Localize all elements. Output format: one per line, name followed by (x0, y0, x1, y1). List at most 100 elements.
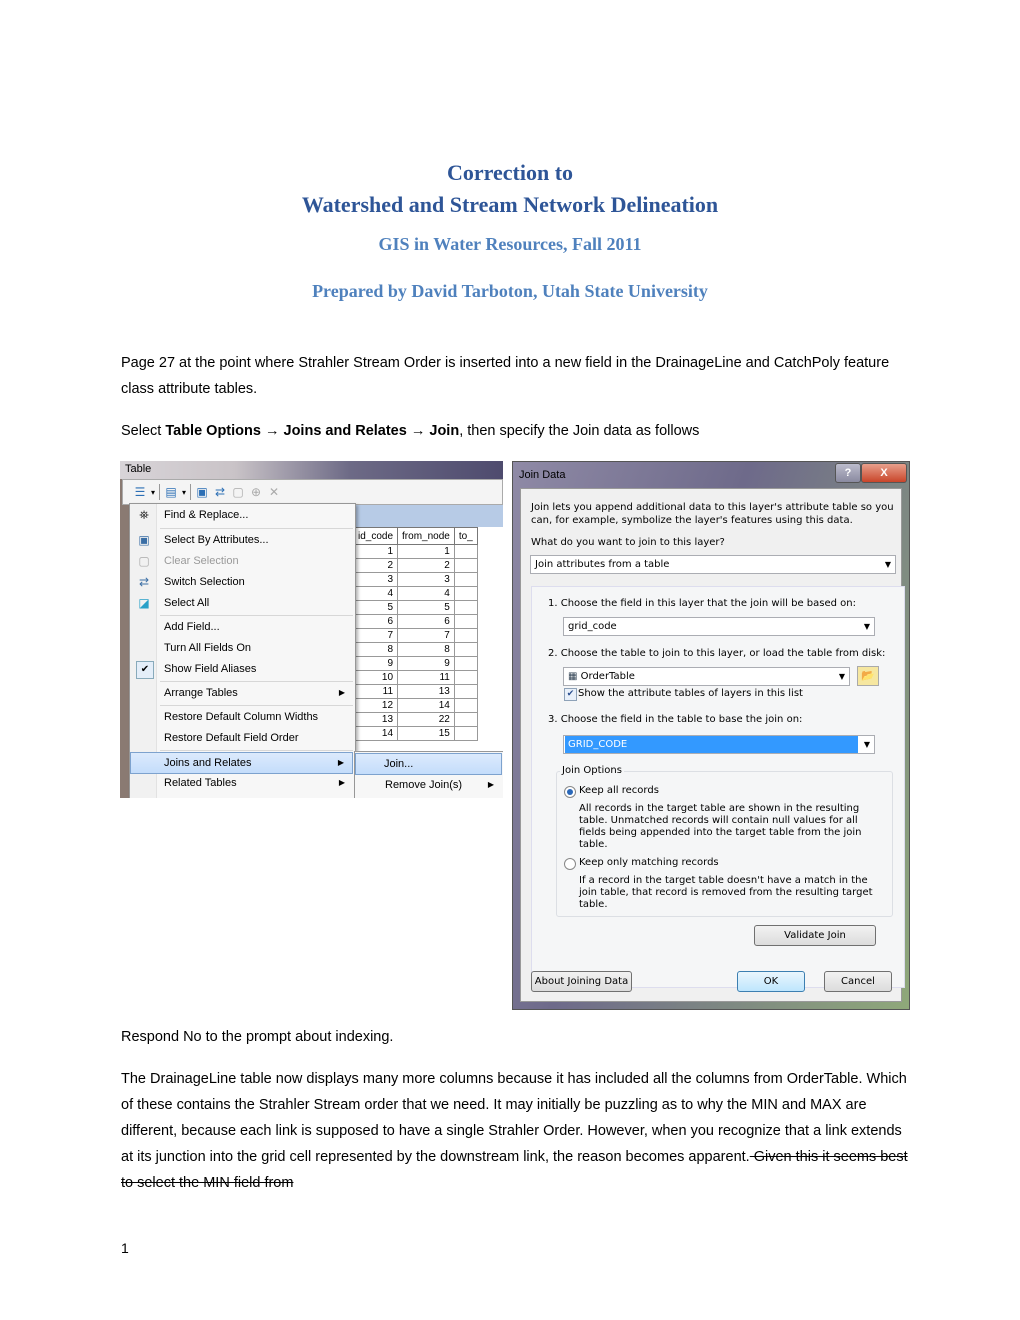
submenu-arrow-icon: ▶ (487, 780, 494, 789)
intro-paragraph: Page 27 at the point where Strahler Stre… (121, 355, 890, 397)
keep-all-records-radio[interactable] (564, 786, 576, 798)
table-cell (453, 558, 478, 573)
menu-item-find-replace[interactable]: ⛯ Find & Replace... (132, 505, 353, 525)
join-field-dropdown[interactable]: GRID_CODE ▼ (563, 735, 875, 754)
menu-item-switch-selection[interactable]: ⇄ Switch Selection (132, 572, 353, 592)
table-cell: 3 (397, 572, 455, 587)
table-row[interactable]: 33 (352, 572, 478, 587)
menu-item-join[interactable]: Join... (355, 753, 502, 775)
table-row[interactable]: 14 15 (352, 726, 478, 741)
menu-label: Joins and Relates (164, 757, 252, 769)
table-row[interactable]: 77 (352, 628, 478, 643)
table-row[interactable]: 22 (352, 558, 478, 573)
about-joining-data-button[interactable]: About Joining Data (531, 971, 632, 992)
table-window-screenshot: Table ☰ ▾ ▤ ▾ ▣ ⇄ ▢ ⊕ ✕ id_code from_node … (120, 461, 503, 798)
table-cell: 13 (352, 712, 399, 727)
binoculars-icon: ⛯ (139, 508, 149, 522)
switch-selection-icon[interactable]: ⇄ (213, 485, 227, 499)
chevron-down-icon: ▼ (884, 560, 891, 569)
menu-item-clear-selection[interactable]: ▢ Clear Selection (132, 551, 353, 571)
column-header[interactable]: id_code (352, 527, 399, 545)
zoom-selected-icon[interactable]: ⊕ (249, 485, 263, 499)
menu-item-add-field[interactable]: Add Field... (132, 617, 353, 637)
table-options-icon[interactable]: ☰ (133, 485, 147, 499)
close-button[interactable]: X (861, 463, 907, 483)
table-row[interactable]: 88 (352, 642, 478, 657)
delete-icon[interactable]: ✕ (267, 485, 281, 499)
separator (190, 484, 192, 500)
column-header[interactable]: from_node (397, 527, 455, 545)
menu-label: Show Field Aliases (164, 663, 257, 675)
doc-title-line1: Correction to (446, 160, 574, 185)
menu-item-select-by-attributes[interactable]: ▣ Select By Attributes... (132, 530, 353, 550)
layer-field-dropdown[interactable]: grid_code ▼ (563, 617, 875, 636)
table-row[interactable]: 55 (352, 600, 478, 615)
dialog-intro-text: Join lets you append additional data to … (531, 502, 894, 526)
table-cell (453, 670, 478, 685)
indexing-paragraph: Respond No to the prompt about indexing. (121, 1029, 394, 1045)
table-options-menu: ⛯ Find & Replace... ▣ Select By Attributes… (129, 503, 356, 798)
arrow-icon: → (410, 423, 426, 439)
join-settings-panel: 1. Choose the field in this layer that t… (531, 586, 905, 988)
menu-item-restore-field-order[interactable]: Restore Default Field Order (132, 728, 353, 748)
column-header[interactable]: to_ (453, 527, 478, 545)
join-table-dropdown[interactable]: ▦ OrderTable ▼ (563, 667, 850, 686)
open-folder-button[interactable]: 📂 (857, 666, 879, 686)
clear-selection-icon[interactable]: ▢ (231, 485, 245, 499)
table-cell (453, 642, 478, 657)
table-row[interactable]: 99 (352, 656, 478, 671)
menu-item-remove-joins[interactable]: Remove Join(s) ▶ (357, 775, 502, 795)
menu-label: Clear Selection (164, 555, 239, 567)
dialog-body: Join lets you append additional data to … (520, 488, 905, 1002)
table-row[interactable]: 44 (352, 586, 478, 601)
menu-separator (160, 750, 353, 751)
related-tables-icon[interactable]: ▤ (164, 485, 178, 499)
table-cell: 15 (397, 726, 455, 741)
table-row[interactable]: 13 22 (352, 712, 478, 727)
table-cell: 11 (352, 684, 399, 699)
menu-item-select-all[interactable]: ◪ Select All (132, 593, 353, 613)
table-cell: 10 (352, 670, 399, 685)
keep-matching-label: Keep only matching records (579, 857, 719, 868)
menu-item-arrange-tables[interactable]: Arrange Tables ▶ (132, 683, 353, 703)
table-row[interactable]: 12 14 (352, 698, 478, 713)
help-button[interactable]: ? (835, 463, 861, 483)
table-row[interactable]: 11 (352, 544, 478, 559)
join-type-dropdown[interactable]: Join attributes from a table ▼ (530, 555, 896, 574)
table-cell (453, 586, 478, 601)
cancel-button[interactable]: Cancel (824, 971, 892, 992)
arrow-icon: → (264, 423, 280, 439)
table-cell: 3 (352, 572, 399, 587)
chevron-down-icon[interactable]: ▾ (151, 488, 155, 497)
show-tables-checkbox[interactable]: ✔ (564, 688, 577, 701)
table-row[interactable]: 66 (352, 614, 478, 629)
menu-item-related-tables[interactable]: Related Tables ▶ (132, 773, 353, 793)
text: , then specify the Join data as follows (459, 423, 700, 439)
menu-label: Join... (384, 758, 414, 770)
table-cell: 7 (397, 628, 455, 643)
table-cell: 13 (397, 684, 455, 699)
menu-separator (160, 528, 353, 529)
chevron-down-icon: ▼ (863, 622, 870, 631)
menu-item-restore-column-widths[interactable]: Restore Default Column Widths (132, 707, 353, 727)
keep-matching-radio[interactable] (564, 858, 576, 870)
step1-label: 1. Choose the field in this layer that t… (548, 598, 856, 609)
chevron-down-icon[interactable]: ▾ (182, 488, 186, 497)
ok-button[interactable]: OK (737, 971, 805, 992)
menu-item-show-field-aliases[interactable]: ✔ Show Field Aliases (132, 659, 353, 679)
validate-join-button[interactable]: Validate Join (754, 925, 876, 946)
table-cell (453, 614, 478, 629)
author-line: Prepared by David Tarboton, Utah State U… (312, 281, 708, 301)
menu-item-turn-all-fields-on[interactable]: Turn All Fields On (132, 638, 353, 658)
table-row[interactable]: 10 11 (352, 670, 478, 685)
text: Select (121, 423, 166, 439)
table-cell (453, 544, 478, 559)
table-row[interactable]: 11 13 (352, 684, 478, 699)
table-cell: 4 (397, 586, 455, 601)
table-cell (453, 712, 478, 727)
joins-relates-submenu: Join... Remove Join(s) ▶ (354, 751, 503, 798)
table-cell (453, 726, 478, 741)
table-cell: 8 (397, 642, 455, 657)
menu-item-joins-and-relates[interactable]: Joins and Relates ▶ (130, 752, 353, 774)
select-by-attributes-icon[interactable]: ▣ (195, 485, 209, 499)
